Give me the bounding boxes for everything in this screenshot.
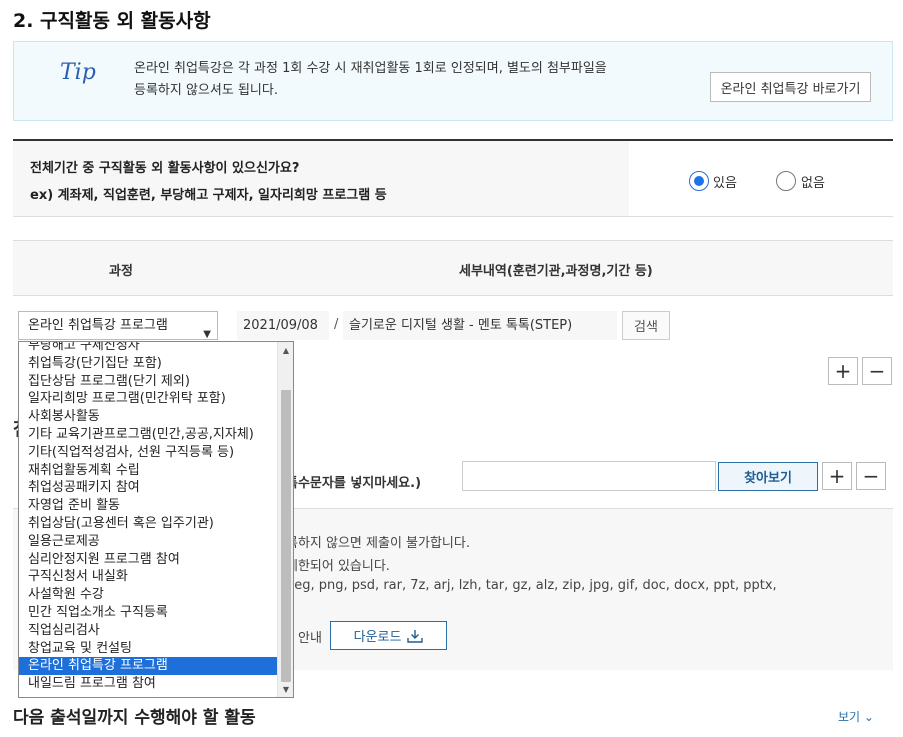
dropdown-option[interactable]: 자영업 준비 활동 (19, 497, 277, 515)
remove-row-button[interactable]: − (862, 357, 892, 385)
date-separator: / (334, 317, 339, 332)
search-button[interactable]: 검색 (622, 311, 670, 340)
dropdown-option[interactable]: 사설학원 수강 (19, 586, 277, 604)
browse-button[interactable]: 찾아보기 (718, 462, 818, 491)
dropdown-option[interactable]: 일용근로제공 (19, 533, 277, 551)
course-select[interactable]: 온라인 취업특강 프로그램 ▼ (18, 311, 218, 340)
add-file-button[interactable]: + (822, 462, 852, 490)
dropdown-option[interactable]: 취업상담(고용센터 혹은 입주기관) (19, 515, 277, 533)
view-more-link[interactable]: 보기 ⌄ (838, 708, 874, 725)
dropdown-option[interactable]: 기타 교육기관프로그램(민간,공공,지자체) (19, 426, 277, 444)
tip-text-line2: 등록하지 않으셔도 됩니다. (134, 83, 278, 98)
course-dropdown-list[interactable]: 부당해고 구제신청자 취업특강(단기집단 포함) 집단상담 프로그램(단기 제외) 일… (18, 341, 294, 698)
dropdown-option[interactable]: 심리안정지원 프로그램 참여 (19, 551, 277, 569)
dropdown-option[interactable]: 일자리희망 프로그램(민간위탁 포함) (19, 390, 277, 408)
dropdown-option[interactable]: 취업성공패키지 참여 (19, 479, 277, 497)
question-text: 전체기간 중 구직활동 외 활동사항이 있으신가요? (30, 161, 300, 176)
radio-no-label[interactable]: 없음 (801, 172, 825, 191)
tip-text-line1: 온라인 취업특강은 각 과정 1회 수강 시 재취업활동 1회로 인정되며, 별… (134, 61, 607, 76)
scroll-thumb[interactable] (281, 390, 291, 682)
radio-yes[interactable] (689, 171, 709, 191)
header-course: 과정 (109, 264, 133, 279)
notice-line3: peg, png, psd, rar, 7z, arj, lzh, tar, g… (286, 578, 777, 593)
dropdown-option[interactable]: 기타(직업적성검사, 선원 구직등록 등) (19, 444, 277, 462)
radio-no[interactable] (776, 171, 796, 191)
download-button-label: 다운로드 (353, 630, 402, 645)
tip-text: 온라인 취업특강은 각 과정 1회 수강 시 재취업활동 1회로 인정되며, 별… (134, 58, 674, 102)
chevron-down-icon: ⌄ (863, 710, 874, 724)
dropdown-option[interactable]: 민간 직업소개소 구직등록 (19, 604, 277, 622)
dropdown-options: 부당해고 구제신청자 취업특강(단기집단 포함) 집단상담 프로그램(단기 제외) 일… (19, 342, 277, 693)
tip-logo: Tip (60, 60, 96, 85)
download-icon (407, 629, 424, 643)
view-more-label: 보기 (838, 710, 861, 724)
dropdown-option[interactable]: 구직신청서 내실화 (19, 568, 277, 586)
dropdown-scrollbar[interactable]: ▲ ▼ (277, 342, 293, 697)
scroll-up-icon[interactable]: ▲ (278, 343, 293, 357)
table-header (13, 240, 893, 296)
course-select-value: 온라인 취업특강 프로그램 (28, 318, 168, 333)
file-name-input[interactable] (462, 461, 716, 491)
online-lecture-link-button[interactable]: 온라인 취업특강 바로가기 (710, 72, 871, 102)
add-row-button[interactable]: + (828, 357, 858, 385)
question-box (13, 141, 629, 216)
header-detail: 세부내역(훈련기관,과정명,기간 등) (459, 264, 653, 279)
dropdown-option[interactable]: 직업심리검사 (19, 622, 277, 640)
dropdown-option[interactable]: 사회봉사활동 (19, 408, 277, 426)
dropdown-option[interactable]: 창업교육 및 컨설팅 (19, 640, 277, 658)
download-button[interactable]: 다운로드 (330, 621, 447, 650)
dropdown-option[interactable]: 재취업활동계획 수립 (19, 462, 277, 480)
dropdown-option[interactable]: 집단상담 프로그램(단기 제외) (19, 373, 277, 391)
section-title: 2. 구직활동 외 활동사항 (13, 10, 211, 32)
dropdown-option[interactable]: 내일드림 프로그램 참여 (19, 675, 277, 693)
next-activity-title: 다음 출석일까지 수행해야 할 활동 (13, 708, 256, 728)
divider (13, 216, 893, 217)
date-field[interactable]: 2021/09/08 (237, 311, 329, 340)
notice-guide: 안내 (298, 631, 322, 646)
notice-line1: 록하지 않으면 제출이 불가합니다. (286, 536, 470, 551)
dropdown-option[interactable]: 부당해고 구제신청자 (19, 342, 277, 355)
question-example: ex) 계좌제, 직업훈련, 부당해고 구제자, 일자리희망 프로그램 등 (30, 188, 387, 203)
dropdown-option[interactable]: 온라인 취업특강 프로그램 (19, 657, 277, 676)
remove-file-button[interactable]: − (856, 462, 886, 490)
radio-yes-label[interactable]: 있음 (713, 172, 737, 191)
detail-field[interactable]: 슬기로운 디지털 생활 - 멘토 톡톡(STEP) (343, 311, 617, 340)
notice-line2: 제한되어 있습니다. (286, 559, 390, 574)
dropdown-option[interactable]: 취업특강(단기집단 포함) (19, 355, 277, 373)
file-hint: 특수문자를 넣지마세요.) (286, 476, 422, 491)
tip-box: Tip 온라인 취업특강은 각 과정 1회 수강 시 재취업활동 1회로 인정되… (13, 41, 893, 121)
scroll-down-icon[interactable]: ▼ (278, 682, 293, 696)
